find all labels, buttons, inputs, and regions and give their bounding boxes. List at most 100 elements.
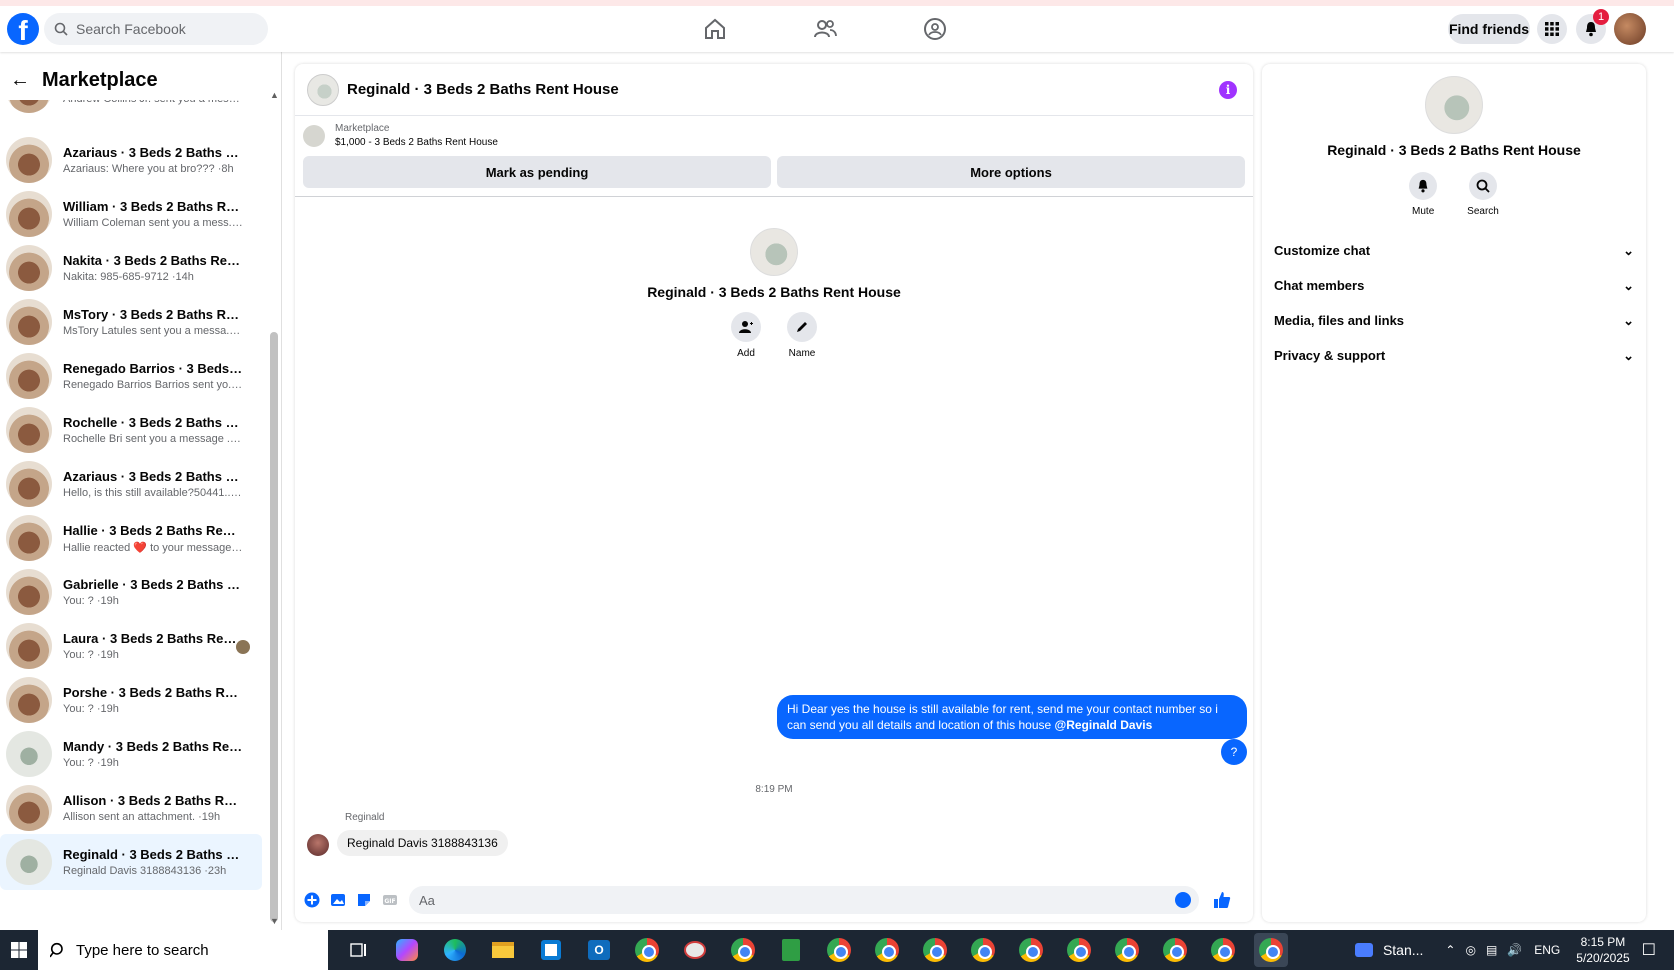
file-explorer-icon[interactable] <box>486 933 520 967</box>
chrome-icon[interactable] <box>918 933 952 967</box>
notification-center-icon[interactable]: ☐ <box>1642 940 1656 960</box>
search-in-chat-button[interactable]: Search <box>1467 172 1499 217</box>
groups-icon[interactable] <box>922 16 948 42</box>
conversation-text: Rochelle · 3 Beds 2 Baths Rent ... Rochel… <box>63 415 243 445</box>
scrollbar-thumb[interactable] <box>270 332 278 922</box>
inbox-header: ← Marketplace <box>0 60 270 100</box>
thumbs-up-icon[interactable] <box>1213 891 1231 909</box>
conversation-item[interactable]: Gabrielle · 3 Beds 2 Baths Rent ... You: … <box>0 564 262 620</box>
search-label: Search <box>1467 206 1499 217</box>
edge-icon[interactable] <box>438 933 472 967</box>
volume-icon[interactable]: 🔊 <box>1507 943 1522 957</box>
facebook-logo[interactable]: f <box>7 13 39 46</box>
listing-price-title: $1,000 - 3 Beds 2 Baths Rent House <box>335 137 498 148</box>
photo-icon[interactable] <box>329 891 347 909</box>
media-files-links-section[interactable]: Media, files and links ⌄ <box>1262 303 1646 338</box>
sender-avatar[interactable] <box>307 834 329 856</box>
conversation-name: William · 3 Beds 2 Baths Rent H... <box>63 199 243 214</box>
chrome-icon[interactable] <box>1110 933 1144 967</box>
chrome-icon[interactable] <box>1158 933 1192 967</box>
conversation-item[interactable]: Renegado Barrios · 3 Beds 2 Bat... Renega… <box>0 348 262 404</box>
network-icon[interactable]: ▤ <box>1486 943 1497 957</box>
conversation-item[interactable]: Mandy · 3 Beds 2 Baths Rent H... You: ? ·… <box>0 726 262 782</box>
chrome-icon[interactable] <box>1206 933 1240 967</box>
search-facebook-input[interactable]: Search Facebook <box>44 13 268 45</box>
conversation-preview: William Coleman sent you a mess... ·14h <box>63 217 243 229</box>
conversation-item[interactable]: Rochelle · 3 Beds 2 Baths Rent ... Rochel… <box>0 402 262 458</box>
privacy-support-section[interactable]: Privacy & support ⌄ <box>1262 338 1646 373</box>
chrome-icon[interactable] <box>870 933 904 967</box>
conversation-item[interactable]: MsTory · 3 Beds 2 Baths Rent H... MsTory … <box>0 294 262 350</box>
conversation-item[interactable]: Reginald · 3 Beds 2 Baths Rent ... Regina… <box>0 834 262 890</box>
info-icon[interactable]: i <box>1219 81 1237 99</box>
chrome-icon[interactable] <box>966 933 1000 967</box>
edit-name-button[interactable]: Name <box>787 312 817 359</box>
section-label: Customize chat <box>1274 243 1371 258</box>
windows-start-icon[interactable] <box>0 930 38 970</box>
mute-button[interactable]: Mute <box>1409 172 1438 217</box>
conversation-thumbnail <box>6 137 52 183</box>
conversation-text: Allison · 3 Beds 2 Baths Rent Ho... Allis… <box>63 793 243 823</box>
message-input[interactable]: Aa <box>409 886 1199 914</box>
name-label: Name <box>788 348 816 359</box>
sheets-icon[interactable] <box>774 933 808 967</box>
conversation-item[interactable]: Laura · 3 Beds 2 Baths Rent H... You: ? ·… <box>0 618 262 674</box>
chrome-icon[interactable] <box>630 933 664 967</box>
scroll-up-arrow-icon[interactable]: ▲ <box>270 90 279 100</box>
listing-banner[interactable]: Marketplace $1,000 - 3 Beds 2 Baths Rent… <box>295 116 1253 156</box>
back-arrow-icon[interactable]: ← <box>10 69 30 92</box>
sticker-icon[interactable] <box>355 891 373 909</box>
conversation-item[interactable]: William · 3 Beds 2 Baths Rent H... Willia… <box>0 186 262 242</box>
conversation-item[interactable]: Hallie · 3 Beds 2 Baths Rent Ho... Hallie… <box>0 510 262 566</box>
conversation-text: Laura · 3 Beds 2 Baths Rent H... You: ? ·… <box>63 631 243 661</box>
chat-title[interactable]: Reginald · 3 Beds 2 Baths Rent House <box>347 81 619 98</box>
paint-icon[interactable] <box>678 933 712 967</box>
chrome-icon[interactable] <box>822 933 856 967</box>
chat-members-section[interactable]: Chat members ⌄ <box>1262 268 1646 303</box>
scroll-down-arrow-icon[interactable]: ▼ <box>270 916 279 926</box>
incoming-message[interactable]: Reginald Davis 3188843136 <box>337 830 508 856</box>
add-person-button[interactable]: Add <box>731 312 761 359</box>
camera-icon[interactable]: ◎ <box>1465 943 1475 957</box>
chrome-icon[interactable] <box>1062 933 1096 967</box>
outlook-icon[interactable]: O <box>582 933 616 967</box>
copilot-icon[interactable] <box>390 933 424 967</box>
zoom-icon <box>1354 943 1373 957</box>
gif-icon[interactable]: GIF <box>381 891 399 909</box>
conversation-item[interactable]: Allison · 3 Beds 2 Baths Rent Ho... Allis… <box>0 780 262 836</box>
store-icon[interactable] <box>534 933 568 967</box>
conversation-name: Reginald · 3 Beds 2 Baths Rent ... <box>63 847 243 862</box>
home-icon[interactable] <box>702 16 728 42</box>
friends-icon[interactable] <box>812 16 838 42</box>
plus-icon[interactable] <box>303 891 321 909</box>
taskbar-search-input[interactable]: Type here to search <box>38 930 328 970</box>
conversation-item[interactable]: Azariaus · 3 Beds 2 Baths Rent ... Azaria… <box>0 132 262 188</box>
conversation-preview: Hello, is this still available?50441... … <box>63 487 243 499</box>
chevron-up-icon[interactable]: ⌃ <box>1445 943 1455 957</box>
mention-link[interactable]: @Reginald Davis <box>1055 718 1153 732</box>
profile-avatar[interactable] <box>1614 13 1646 45</box>
chrome-icon[interactable] <box>1014 933 1048 967</box>
chat-avatar[interactable] <box>307 73 339 106</box>
task-view-icon[interactable] <box>342 933 376 967</box>
outgoing-message-question[interactable]: ? <box>1221 739 1247 765</box>
chrome-active-icon[interactable] <box>1254 933 1288 967</box>
language-indicator[interactable]: ENG <box>1534 943 1560 957</box>
apps-grid-icon[interactable] <box>1537 14 1567 44</box>
conversation-item[interactable]: Azariaus · 3 Beds 2 Baths Rent ... Hello,… <box>0 456 262 512</box>
mark-as-pending-button[interactable]: Mark as pending <box>303 156 771 188</box>
message-composer: GIF Aa <box>295 882 1253 918</box>
search-icon <box>50 942 63 958</box>
message-input-placeholder: Aa <box>419 892 435 908</box>
outgoing-message[interactable]: Hi Dear yes the house is still available… <box>777 695 1247 739</box>
details-avatar[interactable] <box>1425 76 1483 134</box>
conversation-item[interactable]: Nakita · 3 Beds 2 Baths Rent Ho... Nakita… <box>0 240 262 296</box>
conversation-item[interactable]: Porshe · 3 Beds 2 Baths Rent Ho... You: ?… <box>0 672 262 728</box>
clock[interactable]: 8:15 PM 5/20/2025 <box>1576 934 1629 966</box>
find-friends-button[interactable]: Find friends <box>1448 14 1530 44</box>
more-options-button[interactable]: More options <box>777 156 1245 188</box>
zoom-app-button[interactable]: Stan... <box>1354 942 1423 958</box>
customize-chat-section[interactable]: Customize chat ⌄ <box>1262 233 1646 268</box>
chrome-profile-icon[interactable] <box>726 933 760 967</box>
emoji-icon[interactable] <box>1175 892 1191 908</box>
